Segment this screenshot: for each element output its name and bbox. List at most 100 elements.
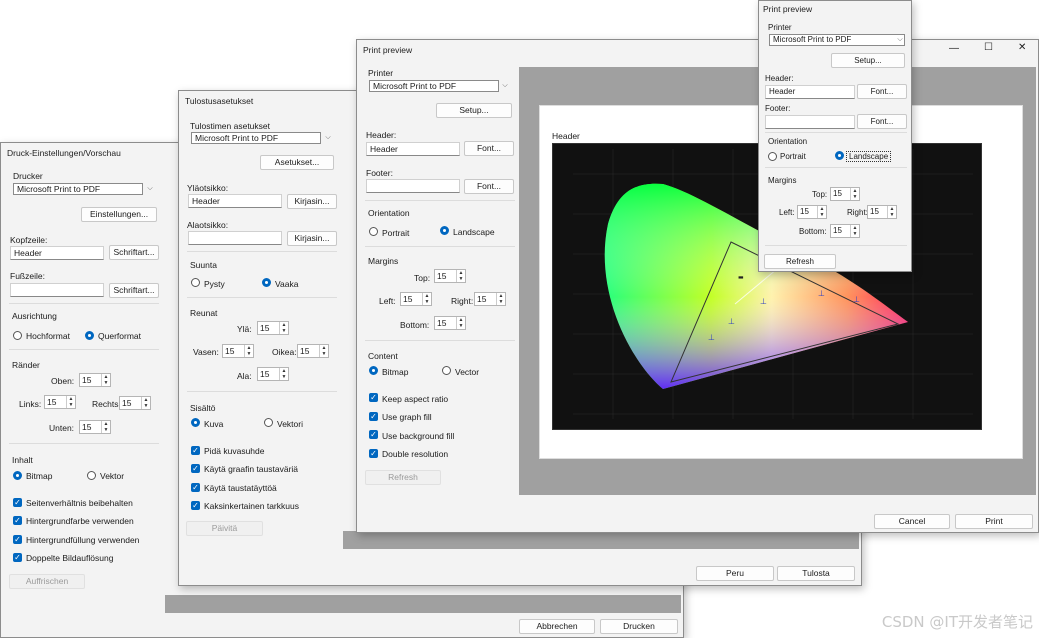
small-header-font-button[interactable]: Font... — [857, 84, 907, 99]
finnish-cancel-button[interactable]: Peru — [696, 566, 774, 581]
german-settings-button[interactable]: Einstellungen... — [81, 207, 157, 222]
german-top-spinner[interactable]: 15 ▲ ▼ — [79, 373, 111, 387]
german-vector-radio[interactable] — [87, 471, 96, 480]
spinner-arrows-icon[interactable]: ▲ ▼ — [850, 225, 859, 237]
english-keep-aspect-checkbox[interactable]: ✓ — [369, 393, 378, 402]
finnish-print-button[interactable]: Tulosta — [777, 566, 855, 581]
small-setup-button[interactable]: Setup... — [831, 53, 905, 68]
finnish-printer-select[interactable]: Microsoft Print to PDF — [191, 132, 321, 144]
spinner-arrows-icon[interactable]: ▲ ▼ — [496, 293, 505, 305]
german-right-spinner[interactable]: 15 ▲ ▼ — [119, 396, 151, 410]
finnish-refresh-button[interactable]: Päivitä — [186, 521, 263, 536]
english-printer-select[interactable]: Microsoft Print to PDF — [369, 80, 499, 92]
german-printer-select[interactable]: Microsoft Print to PDF — [13, 183, 143, 195]
german-bottom-spinner[interactable]: 15 ▲ ▼ — [79, 420, 111, 434]
chevron-down-icon[interactable]: ⌵ — [323, 132, 333, 144]
english-left-spinner[interactable]: 15 ▲ ▼ — [400, 292, 432, 306]
finnish-header-font-button[interactable]: Kirjasin... — [287, 194, 337, 209]
spinner-arrows-icon[interactable]: ▲ ▼ — [279, 322, 288, 334]
finnish-keep-aspect-checkbox[interactable]: ✓ — [191, 446, 200, 455]
german-double-res-checkbox[interactable]: ✓ — [13, 553, 22, 562]
german-header-font-button[interactable]: Schriftart... — [109, 245, 159, 260]
english-footer-font-button[interactable]: Font... — [464, 179, 514, 194]
spinner-arrows-icon[interactable]: ▲ ▼ — [850, 188, 859, 200]
spinner-arrows-icon[interactable]: ▲ ▼ — [456, 317, 465, 329]
english-graph-fill-checkbox[interactable]: ✓ — [369, 412, 378, 421]
english-portrait-radio[interactable] — [369, 227, 378, 236]
spinner-arrows-icon[interactable]: ▲ ▼ — [141, 397, 150, 409]
finnish-left-spinner[interactable]: 15 ▲ ▼ — [222, 344, 254, 358]
english-header-font-button[interactable]: Font... — [464, 141, 514, 156]
english-print-button[interactable]: Print — [955, 514, 1033, 529]
english-footer-input[interactable] — [366, 179, 460, 193]
german-bg-fill-checkbox[interactable]: ✓ — [13, 535, 22, 544]
finnish-landscape-radio[interactable] — [262, 278, 271, 287]
small-printer-select[interactable]: Microsoft Print to PDF — [769, 34, 905, 46]
german-footer-font-button[interactable]: Schriftart... — [109, 283, 159, 298]
english-right-spinner[interactable]: 15 ▲ ▼ — [474, 292, 506, 306]
maximize-icon[interactable]: ☐ — [984, 42, 993, 53]
finnish-vector-radio[interactable] — [264, 418, 273, 427]
german-refresh-button[interactable]: Auffrischen — [9, 574, 85, 589]
spinner-arrows-icon[interactable]: ▲ ▼ — [422, 293, 431, 305]
german-landscape-radio[interactable] — [85, 331, 94, 340]
german-cancel-button[interactable]: Abbrechen — [519, 619, 595, 634]
finnish-footer-font-button[interactable]: Kirjasin... — [287, 231, 337, 246]
minimize-icon[interactable]: — — [949, 43, 959, 54]
finnish-footer-input[interactable] — [188, 231, 282, 245]
english-landscape-radio[interactable] — [440, 226, 449, 235]
english-vector-radio[interactable] — [442, 366, 451, 375]
english-bitmap-radio[interactable] — [369, 366, 378, 375]
finnish-bg-fill-checkbox[interactable]: ✓ — [191, 483, 200, 492]
finnish-header-input[interactable]: Header — [188, 194, 282, 208]
small-landscape-radio[interactable] — [835, 151, 844, 160]
finnish-top-spinner[interactable]: 15 ▲ ▼ — [257, 321, 289, 335]
german-graph-fill-checkbox[interactable]: ✓ — [13, 516, 22, 525]
finnish-graph-fill-checkbox[interactable]: ✓ — [191, 464, 200, 473]
chevron-down-icon[interactable]: ⌵ — [145, 183, 155, 195]
finnish-double-res-checkbox[interactable]: ✓ — [191, 501, 200, 510]
finnish-settings-button[interactable]: Asetukset... — [260, 155, 334, 170]
chevron-down-icon[interactable]: ⌵ — [895, 34, 905, 46]
german-left-spinner[interactable]: 15 ▲ ▼ — [44, 395, 76, 409]
spinner-arrows-icon[interactable]: ▲ ▼ — [244, 345, 253, 357]
german-portrait-radio[interactable] — [13, 331, 22, 340]
small-top-spinner[interactable]: 15 ▲ ▼ — [830, 187, 860, 201]
english-right-label: Right: — [451, 296, 474, 306]
finnish-portrait-radio[interactable] — [191, 278, 200, 287]
spinner-arrows-icon[interactable]: ▲ ▼ — [319, 345, 328, 357]
english-bg-fill-checkbox[interactable]: ✓ — [369, 430, 378, 439]
german-footer-input[interactable] — [10, 283, 104, 297]
english-cancel-button[interactable]: Cancel — [874, 514, 950, 529]
close-icon[interactable]: ✕ — [1018, 42, 1026, 53]
spinner-arrows-icon[interactable]: ▲ ▼ — [66, 396, 75, 408]
small-portrait-radio[interactable] — [768, 152, 777, 161]
spinner-arrows-icon[interactable]: ▲ ▼ — [456, 270, 465, 282]
small-header-input[interactable]: Header — [765, 85, 855, 99]
spinner-arrows-icon[interactable]: ▲ ▼ — [817, 206, 826, 218]
german-keep-aspect-checkbox[interactable]: ✓ — [13, 498, 22, 507]
english-refresh-button[interactable]: Refresh — [365, 470, 441, 485]
small-left-spinner[interactable]: 15 ▲ ▼ — [797, 205, 827, 219]
spinner-arrows-icon[interactable]: ▲ ▼ — [887, 206, 896, 218]
english-header-input[interactable]: Header — [366, 142, 460, 156]
finnish-bitmap-radio[interactable] — [191, 418, 200, 427]
german-header-input[interactable]: Header — [10, 246, 104, 260]
chevron-down-icon[interactable]: ⌵ — [500, 80, 510, 92]
small-footer-input[interactable] — [765, 115, 855, 129]
spinner-arrows-icon[interactable]: ▲ ▼ — [101, 421, 110, 433]
finnish-right-spinner[interactable]: 15 ▲ ▼ — [297, 344, 329, 358]
english-top-spinner[interactable]: 15 ▲ ▼ — [434, 269, 466, 283]
spinner-arrows-icon[interactable]: ▲ ▼ — [279, 368, 288, 380]
german-bitmap-radio[interactable] — [13, 471, 22, 480]
spinner-arrows-icon[interactable]: ▲ ▼ — [101, 374, 110, 386]
finnish-bottom-spinner[interactable]: 15 ▲ ▼ — [257, 367, 289, 381]
small-right-spinner[interactable]: 15 ▲ ▼ — [867, 205, 897, 219]
english-setup-button[interactable]: Setup... — [436, 103, 512, 118]
english-double-res-checkbox[interactable]: ✓ — [369, 449, 378, 458]
german-print-button[interactable]: Drucken — [600, 619, 678, 634]
english-bottom-spinner[interactable]: 15 ▲ ▼ — [434, 316, 466, 330]
small-refresh-button[interactable]: Refresh — [764, 254, 836, 269]
small-footer-font-button[interactable]: Font... — [857, 114, 907, 129]
small-bottom-spinner[interactable]: 15 ▲ ▼ — [830, 224, 860, 238]
